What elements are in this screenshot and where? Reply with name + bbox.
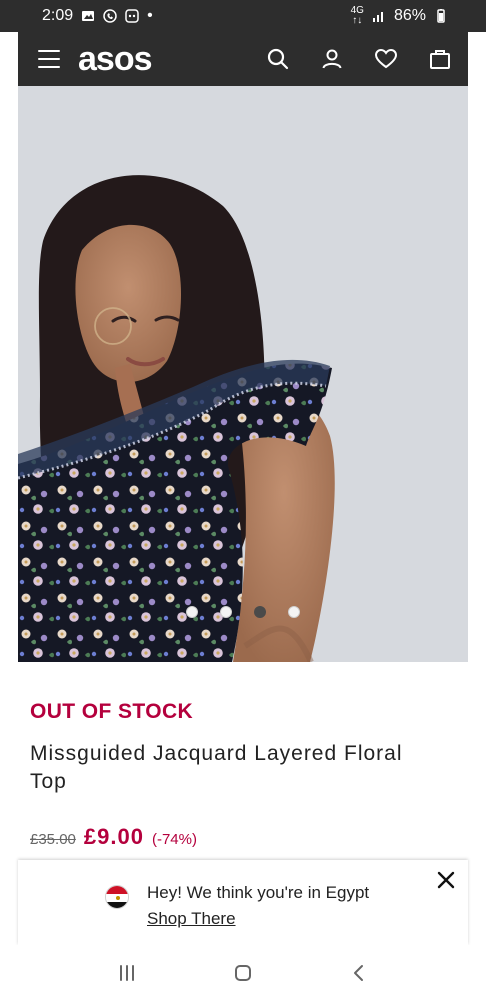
message-icon — [125, 9, 139, 23]
carousel-dot[interactable] — [288, 606, 300, 618]
status-left: 2:09 • — [42, 7, 153, 25]
account-icon[interactable] — [318, 45, 346, 73]
heart-icon[interactable] — [372, 45, 400, 73]
status-bar: 2:09 • 4G ↑↓ 86% — [0, 0, 486, 32]
home-icon[interactable] — [231, 961, 255, 985]
carousel-dot[interactable] — [220, 606, 232, 618]
menu-icon-line — [38, 66, 60, 68]
status-right: 4G ↑↓ 86% — [351, 6, 448, 26]
sale-price: £9.00 — [83, 824, 144, 849]
location-banner: Hey! We think you're in Egypt Shop There — [18, 860, 468, 945]
carousel-dots — [18, 606, 468, 618]
banner-text: Hey! We think you're in Egypt Shop There — [147, 880, 369, 932]
header-actions — [264, 45, 454, 73]
product-image — [18, 86, 468, 662]
shop-there-link[interactable]: Shop There — [147, 909, 236, 928]
product-info: OUT OF STOCK Missguided Jacquard Layered… — [18, 662, 468, 862]
recent-apps-icon[interactable] — [115, 961, 139, 985]
stock-status: OUT OF STOCK — [30, 700, 194, 723]
banner-message: Hey! We think you're in Egypt — [147, 883, 370, 902]
product-prices: £35.00 £9.00 (-74%) — [30, 824, 197, 850]
flag-black-stripe — [106, 902, 128, 908]
product-title: Missguided Jacquard Layered Floral Top — [30, 742, 403, 793]
gallery-icon — [81, 9, 95, 23]
status-dot: • — [147, 7, 153, 24]
asos-logo[interactable]: asos — [78, 42, 152, 76]
network-activity-label: ↑↓ — [352, 15, 363, 26]
phone-icon — [103, 9, 117, 23]
flag-white-stripe — [106, 894, 128, 902]
menu-button[interactable] — [38, 50, 60, 68]
screen: 2:09 • 4G ↑↓ 86% asos OUT OF STOCK Missg… — [0, 0, 486, 1000]
egypt-flag-icon — [105, 885, 129, 909]
app-header: asos — [18, 32, 468, 86]
close-icon[interactable] — [432, 866, 460, 894]
network-type: 4G ↑↓ — [351, 6, 364, 26]
product-image-carousel[interactable] — [18, 86, 468, 662]
search-icon[interactable] — [264, 45, 292, 73]
status-time: 2:09 — [42, 7, 74, 24]
carousel-dot-active[interactable] — [254, 606, 266, 618]
back-icon[interactable] — [347, 961, 371, 985]
signal-icon — [372, 9, 386, 23]
old-price: £35.00 — [30, 831, 76, 848]
battery-percent: 86% — [393, 7, 426, 24]
flag-red-stripe — [106, 886, 128, 894]
carousel-dot[interactable] — [186, 606, 198, 618]
bag-icon[interactable] — [426, 45, 454, 73]
menu-icon-line — [38, 50, 60, 52]
discount-percent: (-74%) — [151, 831, 197, 848]
menu-icon-line — [38, 58, 60, 60]
android-nav-bar — [0, 945, 486, 1000]
battery-icon — [434, 9, 448, 23]
